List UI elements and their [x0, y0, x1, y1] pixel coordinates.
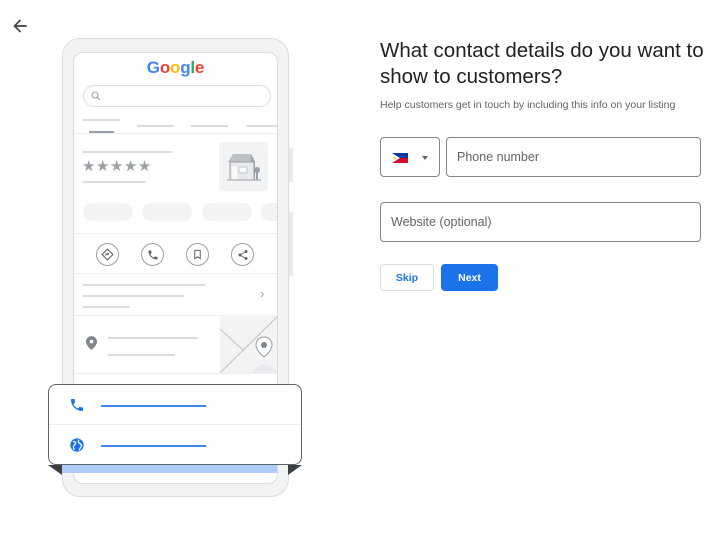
back-button[interactable] — [10, 16, 30, 36]
divider — [74, 233, 277, 234]
contact-details-card — [48, 384, 302, 465]
share-icon — [238, 249, 247, 260]
globe-icon — [70, 438, 84, 452]
website-input[interactable] — [380, 202, 701, 242]
text-placeholder-line — [83, 306, 130, 308]
action-share — [231, 243, 254, 266]
tab-placeholder-line — [191, 125, 228, 127]
action-save — [186, 243, 209, 266]
text-placeholder-line — [83, 181, 146, 183]
map-icon — [219, 316, 277, 374]
website-placeholder-line — [101, 445, 206, 447]
location-pin-icon — [86, 336, 97, 350]
phone-side-button — [289, 148, 293, 182]
contact-row-website — [49, 425, 301, 465]
text-placeholder-line — [108, 354, 175, 356]
philippines-flag-icon — [392, 153, 408, 163]
storefront-icon — [227, 154, 261, 181]
arrow-left-icon — [13, 19, 27, 33]
tab-placeholder-line — [137, 125, 174, 127]
divider — [74, 373, 277, 374]
directions-icon — [101, 248, 114, 261]
tab-placeholder-line — [83, 119, 120, 121]
skip-button[interactable]: Skip — [380, 264, 434, 291]
action-directions — [96, 243, 119, 266]
card-fold — [48, 465, 62, 475]
page-subtitle: Help customers get in touch by including… — [380, 99, 676, 111]
storefront-thumbnail — [219, 142, 268, 191]
text-placeholder-line — [108, 337, 198, 339]
card-fold — [288, 465, 302, 475]
rating-stars: ★★★★★ — [82, 158, 152, 175]
chevron-right-icon: › — [260, 286, 265, 301]
text-placeholder-line — [82, 151, 172, 153]
phone-side-button — [289, 212, 293, 276]
chip-placeholder — [83, 203, 133, 221]
bookmark-icon — [194, 249, 201, 260]
divider — [74, 273, 277, 274]
phone-icon — [148, 250, 157, 259]
chip-placeholder — [142, 203, 192, 221]
chip-placeholder — [202, 203, 252, 221]
contact-row-phone — [49, 385, 301, 425]
phone-placeholder-line — [101, 405, 206, 407]
page-title: What contact details do you want to show… — [380, 39, 704, 88]
divider — [74, 133, 277, 134]
highlight-band — [62, 465, 277, 473]
next-button[interactable]: Next — [441, 264, 498, 291]
text-placeholder-line — [83, 284, 205, 286]
tab-placeholder-line — [246, 125, 277, 127]
chip-placeholder — [261, 203, 277, 221]
phone-icon — [71, 399, 83, 411]
mini-search-bar — [83, 85, 271, 107]
country-code-select[interactable] — [380, 137, 440, 177]
dropdown-caret-icon — [422, 156, 428, 160]
text-placeholder-line — [83, 295, 184, 297]
search-icon — [91, 91, 101, 101]
google-logo: Google — [146, 58, 205, 77]
action-call — [141, 243, 164, 266]
map-thumbnail — [219, 315, 277, 374]
phone-number-input[interactable] — [446, 137, 701, 177]
